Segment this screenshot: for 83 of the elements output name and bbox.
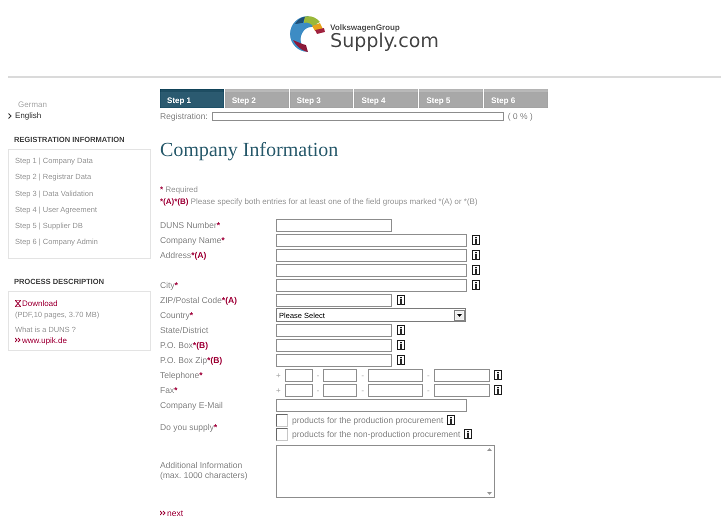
scroll-down-icon[interactable] <box>486 492 492 495</box>
required-note: * Required <box>160 184 199 196</box>
logo-icon <box>290 14 326 54</box>
info-icon[interactable] <box>397 355 405 365</box>
info-icon[interactable] <box>472 235 480 245</box>
progress-label: Registration: <box>160 111 208 121</box>
field-label: Company E-Mail <box>160 400 224 410</box>
page-heading: Company Information <box>160 139 340 162</box>
separator-text: - <box>361 386 364 394</box>
phone-field[interactable] <box>284 368 313 382</box>
step-tab[interactable]: Step 5 <box>419 89 484 108</box>
step-tab[interactable]: Step 3 <box>290 89 354 108</box>
info-icon[interactable] <box>494 385 502 395</box>
logo-brand-text: Supply.com <box>330 32 439 51</box>
logo-group-text: VolkswagenGroup <box>330 23 401 32</box>
download-icon <box>15 300 21 307</box>
separator-text: - <box>427 370 430 380</box>
text-field[interactable] <box>276 398 467 412</box>
field-label: Do you supply* <box>160 422 218 432</box>
field-label: P.O. Box Zip*(B) <box>160 355 224 365</box>
field-label: Fax* <box>160 385 178 395</box>
phone-field[interactable] <box>284 384 313 396</box>
chevrons-icon <box>160 510 166 516</box>
info-icon[interactable] <box>397 325 405 335</box>
text-field[interactable] <box>276 218 392 232</box>
phone-field[interactable] <box>368 384 424 396</box>
separator-text: - <box>316 370 320 380</box>
chevron-icon <box>8 112 12 118</box>
phone-field[interactable] <box>434 368 490 382</box>
field-label: Address*(A) <box>160 250 208 260</box>
chevrons-icon <box>15 337 21 344</box>
group-note: *(A)*(B) Please specify both entries for at least one of the field groups marked *(A) or *(B) <box>160 196 478 208</box>
text-field[interactable] <box>276 264 467 276</box>
info-icon[interactable] <box>447 415 456 425</box>
checkbox[interactable] <box>276 428 288 440</box>
field-label: Additional Information <box>160 460 244 470</box>
separator-text: - <box>361 370 364 380</box>
info-icon[interactable] <box>494 370 502 380</box>
step-tab[interactable]: Step 4 <box>354 89 418 108</box>
info-icon[interactable] <box>472 265 480 275</box>
text-field[interactable] <box>276 324 392 336</box>
field-label: DUNS Number* <box>160 220 221 230</box>
text-area[interactable] <box>276 445 495 498</box>
field-label: State/District <box>160 325 210 335</box>
prefix-text: + <box>276 370 281 380</box>
text-field[interactable] <box>276 234 467 246</box>
separator-text: - <box>316 386 320 394</box>
step-tab[interactable]: Step 2 <box>224 89 289 108</box>
scroll-up-icon[interactable] <box>486 448 492 451</box>
website-link[interactable]: www.upik.de <box>15 334 144 346</box>
info-icon[interactable] <box>472 280 480 290</box>
phone-field[interactable] <box>323 384 358 396</box>
field-label: City* <box>160 280 179 290</box>
info-icon[interactable] <box>397 340 405 350</box>
download-link[interactable]: Download <box>15 298 144 309</box>
checkbox[interactable] <box>276 414 288 426</box>
language-link[interactable]: German <box>8 99 151 110</box>
text-field[interactable] <box>276 278 467 292</box>
step-tab[interactable]: Step 6 <box>484 89 548 108</box>
phone-field[interactable] <box>368 368 424 382</box>
field-label: P.O. Box*(B) <box>160 340 210 350</box>
text-field[interactable] <box>276 354 392 366</box>
prefix-text: + <box>276 386 281 394</box>
field-hint: (max. 1000 characters) <box>160 470 248 480</box>
separator-text: - <box>427 386 430 394</box>
text-field[interactable] <box>276 248 467 262</box>
text-field[interactable] <box>276 294 392 306</box>
text-field[interactable] <box>276 338 392 352</box>
info-icon[interactable] <box>472 250 480 260</box>
phone-field[interactable] <box>323 368 358 382</box>
field-label: Company Name* <box>160 235 226 245</box>
field-label: ZIP/Postal Code*(A) <box>160 295 238 305</box>
info-icon[interactable] <box>464 429 472 439</box>
checkbox-label: products for the non-production procurement <box>292 429 460 439</box>
info-icon[interactable] <box>397 295 405 305</box>
phone-field[interactable] <box>434 384 490 396</box>
language-link[interactable]: English <box>8 110 151 121</box>
progress-reading: ( 0 % ) <box>508 111 533 121</box>
field-label: Telephone* <box>160 370 204 380</box>
next-link[interactable]: next <box>160 508 560 518</box>
checkbox-label: products for the production procurement <box>292 415 444 425</box>
step-tab[interactable]: Step 1 <box>160 89 224 108</box>
field-label: Country* <box>160 310 194 320</box>
